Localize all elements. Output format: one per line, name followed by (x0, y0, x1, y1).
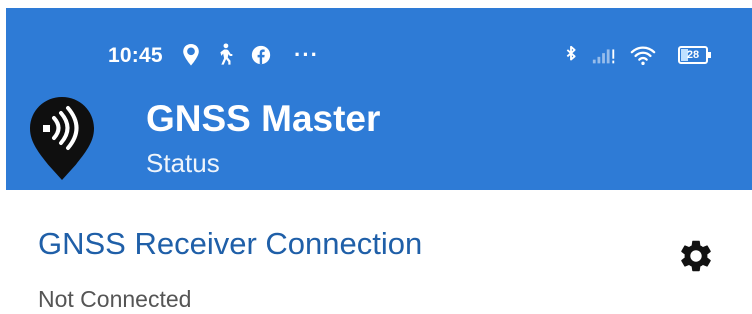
gear-icon (681, 240, 711, 272)
gnss-master-logo (26, 94, 98, 182)
wifi-icon (628, 42, 658, 68)
connection-status: Not Connected (38, 286, 192, 312)
app-title: GNSS Master (146, 98, 381, 139)
top-band (0, 0, 752, 8)
battery-level-text: 28 (686, 49, 700, 61)
cellular-signal-icon (590, 42, 618, 68)
section-title: GNSS Receiver Connection (38, 226, 423, 261)
facebook-icon (250, 42, 272, 68)
status-bar: 10:45 ··· 28 (6, 8, 752, 96)
more-notifications-indicator: ··· (294, 42, 319, 67)
walking-person-icon (214, 42, 236, 68)
app-bar: 10:45 ··· 28 GNSS Master Status (6, 8, 752, 190)
battery-icon: 28 (678, 46, 708, 64)
battery-terminal (708, 52, 711, 58)
location-badge-icon (180, 42, 202, 68)
bluetooth-icon (560, 42, 582, 68)
status-time: 10:45 (108, 44, 163, 67)
app-subtitle: Status (146, 148, 220, 178)
settings-button[interactable] (674, 234, 718, 278)
